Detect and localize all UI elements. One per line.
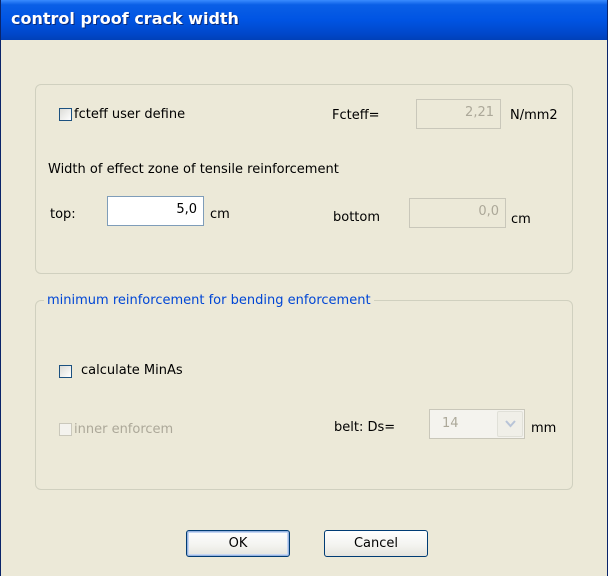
min-reinforcement-group bbox=[35, 300, 573, 490]
title-bar[interactable]: control proof crack width bbox=[1, 0, 607, 40]
bottom-unit: cm bbox=[511, 212, 531, 227]
min-reinforcement-legend: minimum reinforcement for bending enforc… bbox=[44, 293, 374, 308]
bottom-label: bottom bbox=[333, 210, 381, 225]
dialog-window: control proof crack width fcteff user de… bbox=[0, 0, 608, 576]
belt-ds-unit: mm bbox=[531, 421, 557, 436]
ok-button[interactable]: OK bbox=[186, 530, 290, 557]
fcteff-input[interactable]: 2,21 bbox=[416, 99, 501, 129]
cancel-button[interactable]: Cancel bbox=[324, 530, 428, 557]
bottom-width-input[interactable]: 0,0 bbox=[409, 198, 506, 228]
window-title: control proof crack width bbox=[11, 9, 239, 28]
effect-zone-heading: Width of effect zone of tensile reinforc… bbox=[48, 162, 339, 177]
belt-ds-dropdown-button[interactable] bbox=[497, 411, 523, 437]
inner-enforcement-label: inner enforcem bbox=[74, 422, 174, 437]
top-unit: cm bbox=[210, 207, 230, 222]
belt-ds-label: belt: Ds= bbox=[334, 420, 396, 435]
inner-enforcement-checkbox[interactable] bbox=[59, 423, 72, 436]
fcteff-label: Fcteff= bbox=[332, 108, 380, 123]
dialog-body: fcteff user define Fcteff= 2,21 N/mm2 Wi… bbox=[1, 40, 607, 576]
top-label: top: bbox=[50, 207, 76, 222]
calculate-minas-checkbox[interactable] bbox=[59, 365, 72, 378]
belt-ds-value: 14 bbox=[442, 416, 459, 431]
fcteff-unit: N/mm2 bbox=[510, 108, 558, 123]
calculate-minas-label: calculate MinAs bbox=[81, 363, 183, 378]
fcteff-user-define-label: fcteff user define bbox=[74, 107, 186, 122]
belt-ds-select[interactable]: 14 bbox=[429, 409, 525, 439]
top-width-input[interactable]: 5,0 bbox=[107, 196, 204, 226]
fcteff-user-define-checkbox[interactable] bbox=[59, 108, 72, 121]
